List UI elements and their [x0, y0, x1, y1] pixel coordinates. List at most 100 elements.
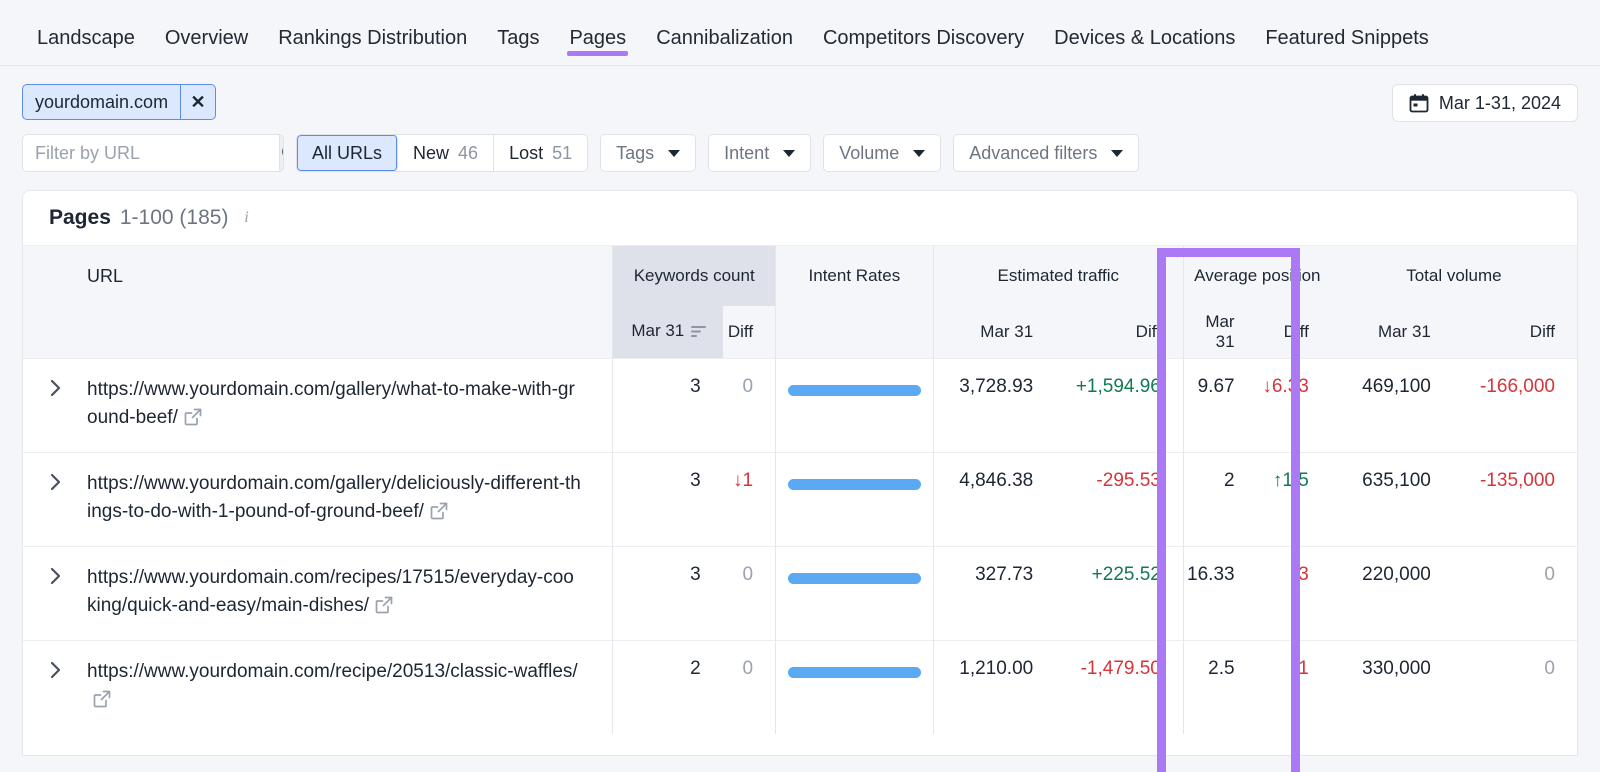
dropdown-intent[interactable]: Intent: [708, 134, 812, 172]
dropdown-volume[interactable]: Volume: [823, 134, 942, 172]
table-row[interactable]: https://www.yourdomain.com/gallery/delic…: [23, 451, 1577, 546]
row-average-position-diff: ↓3: [1256, 545, 1331, 640]
tab-landscape[interactable]: Landscape: [22, 0, 150, 66]
subheader-position-diff[interactable]: Diff: [1256, 306, 1331, 358]
segment-new[interactable]: New 46: [398, 135, 495, 171]
chevron-right-icon[interactable]: [23, 376, 87, 398]
row-estimated-traffic: 3,728.93: [932, 357, 1056, 452]
row-average-position-value: 2.5: [1208, 657, 1235, 679]
table-row[interactable]: https://www.yourdomain.com/recipe/20513/…: [23, 639, 1577, 734]
row-estimated-traffic: 1,210.00: [932, 639, 1056, 734]
tab-cannibalization[interactable]: Cannibalization: [641, 0, 808, 66]
table-row[interactable]: https://www.yourdomain.com/recipes/17515…: [23, 545, 1577, 640]
dropdown-advanced-filters[interactable]: Advanced filters: [953, 134, 1140, 172]
tab-tags[interactable]: Tags: [482, 0, 554, 66]
row-average-position: 16.33: [1182, 545, 1257, 640]
subheader-volume-diff[interactable]: Diff: [1452, 306, 1577, 358]
external-link-icon[interactable]: [430, 501, 448, 529]
row-total-volume-value: 635,100: [1362, 469, 1431, 491]
tab-pages[interactable]: Pages: [554, 0, 641, 66]
segment-all-urls[interactable]: All URLs: [297, 135, 399, 171]
search-icon[interactable]: [279, 135, 283, 171]
row-total-volume-diff: -135,000: [1452, 451, 1577, 546]
row-keywords-count: 2: [612, 639, 723, 734]
tab-devices-locations[interactable]: Devices & Locations: [1039, 0, 1250, 66]
tab-label: Cannibalization: [656, 27, 793, 49]
dropdown-tags[interactable]: Tags: [600, 134, 697, 172]
column-header-intent-rates[interactable]: Intent Rates: [775, 246, 934, 306]
row-average-position-value: 2: [1224, 469, 1235, 491]
row-average-position-diff-value: ↓6.33: [1262, 375, 1309, 397]
url-scope-segmented-control[interactable]: All URLs New 46 Lost 51: [296, 134, 589, 172]
info-icon[interactable]: i: [237, 209, 255, 227]
pages-card-header: Pages 1-100 (185) i: [23, 191, 1577, 246]
close-icon[interactable]: ✕: [181, 85, 215, 119]
external-link-icon[interactable]: [184, 407, 202, 435]
row-total-volume-value: 469,100: [1362, 375, 1431, 397]
column-header-average-position[interactable]: Average position: [1182, 246, 1331, 306]
row-url-text[interactable]: https://www.yourdomain.com/gallery/what-…: [87, 376, 611, 435]
subheader-intent-spacer: [775, 306, 934, 358]
external-link-icon[interactable]: [375, 595, 393, 623]
tab-label: Featured Snippets: [1265, 27, 1429, 49]
subheader-traffic-date[interactable]: Mar 31: [932, 306, 1056, 358]
tab-label: Tags: [497, 27, 540, 49]
date-range-picker[interactable]: Mar 1-31, 2024: [1391, 84, 1578, 122]
row-url-text[interactable]: https://www.yourdomain.com/gallery/delic…: [87, 470, 611, 529]
subheader-keywords-diff[interactable]: Diff: [722, 306, 776, 358]
row-keywords-diff-value: 0: [742, 657, 754, 679]
row-total-volume: 220,000: [1330, 545, 1453, 640]
column-header-total-volume[interactable]: Total volume: [1330, 246, 1577, 306]
column-header-url[interactable]: URL: [23, 246, 613, 306]
row-total-volume-diff: -166,000: [1452, 357, 1577, 452]
chevron-right-icon[interactable]: [23, 564, 87, 586]
row-total-volume: 469,100: [1330, 357, 1453, 452]
subheader-keywords-date[interactable]: Mar 31: [612, 306, 723, 358]
row-estimated-traffic-diff: -1,479.50: [1055, 639, 1184, 734]
subheader-traffic-diff[interactable]: Diff: [1055, 306, 1184, 358]
row-keywords-count-value: 3: [690, 563, 701, 585]
row-estimated-traffic-diff: +225.52: [1055, 545, 1184, 640]
url-filter-search[interactable]: [22, 134, 284, 172]
row-estimated-traffic-value: 4,846.38: [959, 469, 1034, 491]
row-keywords-diff-value: ↓1: [732, 469, 754, 491]
tab-label: Landscape: [37, 27, 135, 49]
chevron-right-icon[interactable]: [23, 470, 87, 492]
tab-featured-snippets[interactable]: Featured Snippets: [1250, 0, 1443, 66]
table-header-sub-row: Mar 31 Diff Mar 31 Diff Mar 31 Diff Mar …: [23, 306, 1577, 358]
column-header-keywords-count[interactable]: Keywords count: [612, 246, 776, 306]
row-url-label: https://www.yourdomain.com/gallery/delic…: [87, 472, 581, 522]
domain-chip-label: yourdomain.com: [35, 91, 169, 112]
row-average-position-value: 9.67: [1197, 375, 1235, 397]
subheader-volume-date[interactable]: Mar 31: [1330, 306, 1453, 358]
filter-toolbar: yourdomain.com ✕ Mar 1-31, 2024 Filter b…: [0, 66, 1600, 172]
segment-lost[interactable]: Lost 51: [494, 135, 587, 171]
chevron-down-icon: [783, 149, 796, 157]
chevron-right-icon[interactable]: [23, 658, 87, 680]
row-keywords-count-value: 3: [690, 469, 701, 491]
pages-range-count: 1-100 (185): [119, 206, 229, 229]
tab-competitors-discovery[interactable]: Competitors Discovery: [808, 0, 1039, 66]
row-url-text[interactable]: https://www.yourdomain.com/recipe/20513/…: [87, 658, 611, 717]
pages-table: URL Keywords count Intent Rates Estimate…: [23, 246, 1577, 734]
row-estimated-traffic: 4,846.38: [932, 451, 1056, 546]
intent-rate-bar: [788, 572, 921, 584]
tab-rankings-distribution[interactable]: Rankings Distribution: [263, 0, 482, 66]
subheader-position-date[interactable]: Mar 31: [1182, 306, 1257, 358]
domain-chip[interactable]: yourdomain.com ✕: [22, 84, 217, 120]
column-header-estimated-traffic[interactable]: Estimated traffic: [932, 246, 1184, 306]
row-intent-rates: [775, 451, 934, 546]
tab-overview[interactable]: Overview: [150, 0, 263, 66]
external-link-icon[interactable]: [93, 689, 111, 717]
row-average-position-diff: ↑1.5: [1256, 451, 1331, 546]
row-keywords-count: 3: [612, 545, 723, 640]
tab-label: Overview: [164, 27, 249, 49]
dropdown-label: Volume: [839, 142, 900, 163]
row-total-volume-value: 330,000: [1362, 657, 1431, 679]
row-intent-rates: [775, 357, 934, 452]
row-url-text[interactable]: https://www.yourdomain.com/recipes/17515…: [87, 564, 611, 623]
table-row[interactable]: https://www.yourdomain.com/gallery/what-…: [23, 357, 1577, 452]
search-input[interactable]: [23, 135, 279, 171]
row-average-position-diff: ↓1: [1256, 639, 1331, 734]
row-estimated-traffic-diff-value: +225.52: [1091, 563, 1161, 585]
